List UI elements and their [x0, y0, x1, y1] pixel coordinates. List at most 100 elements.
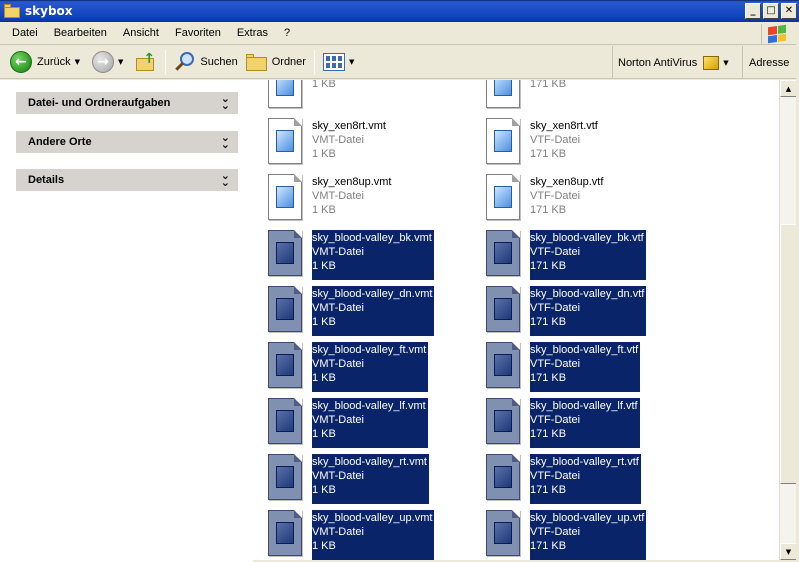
file-size: 1 KB [312, 204, 336, 216]
file-item[interactable]: sky_blood-valley_lf.vtf VTF-Datei 171 KB [482, 398, 640, 448]
file-item[interactable]: sky_xen8rt.vtf VTF-Datei 171 KB [482, 118, 598, 168]
file-list: VMT-Datei1 KBVTF-Datei171 KBsky_xen8rt.v… [253, 80, 779, 560]
file-text: sky_xen8up.vtf VTF-Datei 171 KB [530, 174, 603, 224]
back-dropdown-icon[interactable]: ▼ [75, 58, 80, 66]
menu-extras[interactable]: Extras [229, 27, 276, 39]
back-arrow-icon: ← [10, 51, 32, 73]
scroll-up-button[interactable]: ▲ [780, 80, 797, 97]
norton-label: Norton AntiVirus [618, 56, 698, 69]
file-size: 1 KB [312, 316, 336, 328]
task-group-details[interactable]: Details ⌄ ⌄ [16, 169, 238, 191]
file-icon [264, 118, 304, 166]
file-text: sky_blood-valley_ft.vtf VTF-Datei 171 KB [530, 342, 641, 392]
file-name: sky_xen8up.vtf [530, 176, 604, 188]
file-icon [264, 230, 304, 278]
maximize-button[interactable]: □ [763, 3, 779, 19]
forward-arrow-icon: → [92, 51, 115, 73]
file-name: sky_xen8up.vmt [312, 176, 392, 188]
file-size: 171 KB [530, 260, 567, 272]
task-group-label: Details [28, 174, 65, 186]
file-type: VMT-Datei [312, 414, 364, 426]
menu-bar: Datei Bearbeiten Ansicht Favoriten Extra… [0, 22, 799, 45]
folders-button[interactable]: Ordner [242, 49, 310, 75]
file-item[interactable]: sky_blood-valley_lf.vmt VMT-Datei 1 KB [264, 398, 428, 448]
file-size: 171 KB [530, 484, 567, 496]
file-item[interactable]: sky_blood-valley_ft.vmt VMT-Datei 1 KB [264, 342, 429, 392]
title-bar[interactable]: skybox _ □ ✕ [0, 0, 799, 22]
file-size: 171 KB [530, 372, 567, 384]
file-name: sky_blood-valley_up.vtf [530, 512, 645, 524]
norton-dropdown-icon[interactable]: ▼ [723, 59, 728, 67]
file-item[interactable]: sky_xen8rt.vmt VMT-Datei 1 KB [264, 118, 386, 168]
back-button[interactable]: ← Zurück ▼ [6, 49, 88, 75]
file-icon [482, 174, 522, 222]
search-label: Suchen [200, 56, 238, 68]
menu-help[interactable]: ? [276, 27, 298, 39]
views-button[interactable]: ▼ [319, 49, 362, 75]
file-item[interactable]: VMT-Datei1 KB [264, 80, 364, 112]
close-button[interactable]: ✕ [781, 3, 797, 19]
file-text: sky_blood-valley_dn.vtf VTF-Datei 171 KB [530, 286, 647, 336]
file-text: sky_xen8rt.vtf VTF-Datei 171 KB [530, 118, 598, 168]
file-name: sky_blood-valley_dn.vmt [312, 288, 433, 300]
file-icon [264, 510, 304, 558]
file-size: 171 KB [530, 540, 567, 552]
forward-button[interactable]: → ▼ [88, 49, 131, 75]
task-group-file-folder-tasks[interactable]: Datei- und Ordneraufgaben ⌄ ⌄ [16, 92, 238, 114]
file-type: VMT-Datei [312, 470, 364, 482]
file-icon [482, 510, 522, 558]
file-item[interactable]: sky_xen8up.vmt VMT-Datei 1 KB [264, 174, 391, 224]
file-item[interactable]: sky_blood-valley_rt.vmt VMT-Datei 1 KB [264, 454, 429, 504]
forward-dropdown-icon[interactable]: ▼ [118, 58, 123, 66]
file-item[interactable]: sky_blood-valley_up.vtf VTF-Datei 171 KB [482, 510, 647, 560]
file-text: sky_blood-valley_rt.vmt VMT-Datei 1 KB [312, 454, 429, 504]
file-item[interactable]: sky_xen8up.vtf VTF-Datei 171 KB [482, 174, 603, 224]
file-item[interactable]: sky_blood-valley_dn.vmt VMT-Datei 1 KB [264, 286, 435, 336]
file-size: 1 KB [312, 80, 336, 90]
views-icon [322, 53, 345, 71]
file-icon [264, 174, 304, 222]
chevron-down-icon[interactable]: ⌄ ⌄ [221, 170, 230, 188]
file-name: sky_blood-valley_rt.vmt [312, 456, 427, 468]
file-item[interactable]: sky_blood-valley_bk.vmt VMT-Datei 1 KB [264, 230, 434, 280]
up-button[interactable]: ↑ [131, 49, 161, 75]
address-label-button[interactable]: Adresse [742, 46, 789, 79]
file-item[interactable]: sky_blood-valley_rt.vtf VTF-Datei 171 KB [482, 454, 641, 504]
file-icon [482, 80, 522, 110]
folders-icon [245, 53, 268, 71]
file-size: 171 KB [530, 428, 567, 440]
task-group-other-places[interactable]: Andere Orte ⌄ ⌄ [16, 131, 238, 153]
file-text: sky_blood-valley_lf.vmt VMT-Datei 1 KB [312, 398, 428, 448]
file-type: VMT-Datei [312, 246, 364, 258]
file-item[interactable]: sky_blood-valley_dn.vtf VTF-Datei 171 KB [482, 286, 647, 336]
norton-antivirus-button[interactable]: Norton AntiVirus ▼ [612, 46, 733, 79]
file-name: sky_blood-valley_lf.vtf [530, 400, 638, 412]
norton-icon [703, 55, 720, 70]
windows-logo [761, 24, 791, 44]
file-type: VTF-Datei [530, 526, 581, 538]
windows-flag-icon [767, 24, 786, 44]
scroll-thumb[interactable] [780, 224, 797, 484]
file-name: sky_blood-valley_bk.vmt [312, 232, 432, 244]
file-item[interactable]: VTF-Datei171 KB [482, 80, 580, 112]
menu-datei[interactable]: Datei [4, 27, 46, 39]
scroll-down-button[interactable]: ▼ [780, 543, 797, 560]
file-item[interactable]: sky_blood-valley_up.vmt VMT-Datei 1 KB [264, 510, 435, 560]
menu-favoriten[interactable]: Favoriten [167, 27, 229, 39]
file-size: 171 KB [530, 148, 567, 160]
file-item[interactable]: sky_blood-valley_bk.vtf VTF-Datei 171 KB [482, 230, 646, 280]
folder-icon [4, 4, 20, 18]
file-icon [482, 342, 522, 390]
file-item[interactable]: sky_blood-valley_ft.vtf VTF-Datei 171 KB [482, 342, 641, 392]
chevron-down-icon[interactable]: ⌄ ⌄ [221, 132, 230, 150]
search-button[interactable]: Suchen [170, 49, 241, 75]
menu-ansicht[interactable]: Ansicht [115, 27, 167, 39]
menu-bearbeiten[interactable]: Bearbeiten [46, 27, 115, 39]
chevron-down-icon[interactable]: ⌄ ⌄ [221, 93, 230, 111]
vertical-scrollbar[interactable]: ▲ ▼ [779, 80, 797, 560]
minimize-button[interactable]: _ [745, 3, 761, 19]
file-name: sky_blood-valley_ft.vtf [530, 344, 639, 356]
views-dropdown-icon[interactable]: ▼ [349, 58, 354, 66]
file-type: VMT-Datei [312, 526, 364, 538]
file-size: 1 KB [312, 428, 336, 440]
